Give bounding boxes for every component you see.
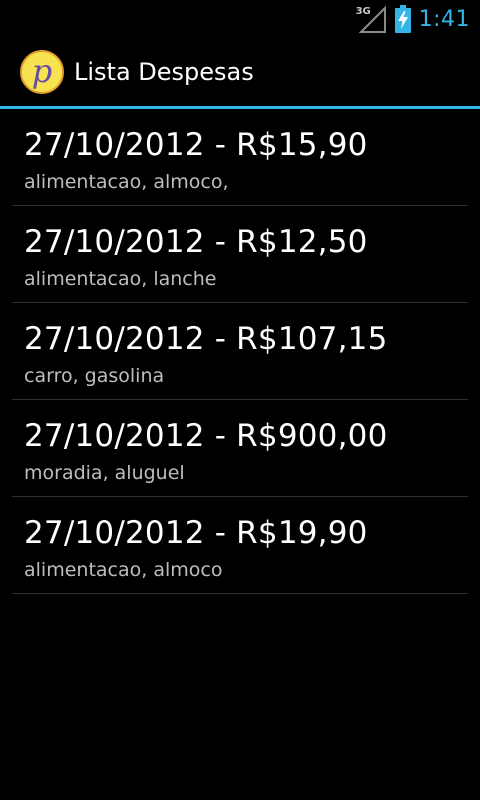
expense-tags: alimentacao, almoco — [24, 559, 223, 581]
expense-title: 27/10/2012 - R$19,90 — [24, 515, 368, 551]
battery-charging-icon — [394, 5, 411, 33]
list-item[interactable]: 27/10/2012 - R$12,50 alimentacao, lanche — [12, 206, 468, 303]
expense-tags: carro, gasolina — [24, 365, 165, 387]
signal-icon: 3G — [356, 4, 387, 34]
status-bar: 3G 1:41 — [0, 0, 480, 38]
expense-tags: moradia, aluguel — [24, 462, 185, 484]
app-logo-icon[interactable]: p — [20, 50, 64, 94]
list-item[interactable]: 27/10/2012 - R$900,00 moradia, aluguel — [12, 400, 468, 497]
list-item[interactable]: 27/10/2012 - R$15,90 alimentacao, almoco… — [12, 109, 468, 206]
app-title: Lista Despesas — [74, 58, 254, 86]
list-item[interactable]: 27/10/2012 - R$19,90 alimentacao, almoco — [12, 497, 468, 594]
expense-title: 27/10/2012 - R$107,15 — [24, 321, 388, 357]
expense-title: 27/10/2012 - R$15,90 — [24, 127, 368, 163]
expense-tags: alimentacao, lanche — [24, 268, 217, 290]
action-bar: p Lista Despesas — [0, 38, 480, 106]
expense-tags: alimentacao, almoco, — [24, 171, 229, 193]
status-clock: 1:41 — [418, 6, 470, 32]
expense-title: 27/10/2012 - R$900,00 — [24, 418, 388, 454]
android-screen: 3G 1:41 p Lista Despesas 27/10/2012 - R$… — [0, 0, 480, 800]
expense-title: 27/10/2012 - R$12,50 — [24, 224, 368, 260]
list-item[interactable]: 27/10/2012 - R$107,15 carro, gasolina — [12, 303, 468, 400]
status-icons: 3G 1:41 — [356, 4, 470, 34]
expense-list: 27/10/2012 - R$15,90 alimentacao, almoco… — [12, 109, 468, 594]
app-logo-letter: p — [31, 52, 53, 90]
